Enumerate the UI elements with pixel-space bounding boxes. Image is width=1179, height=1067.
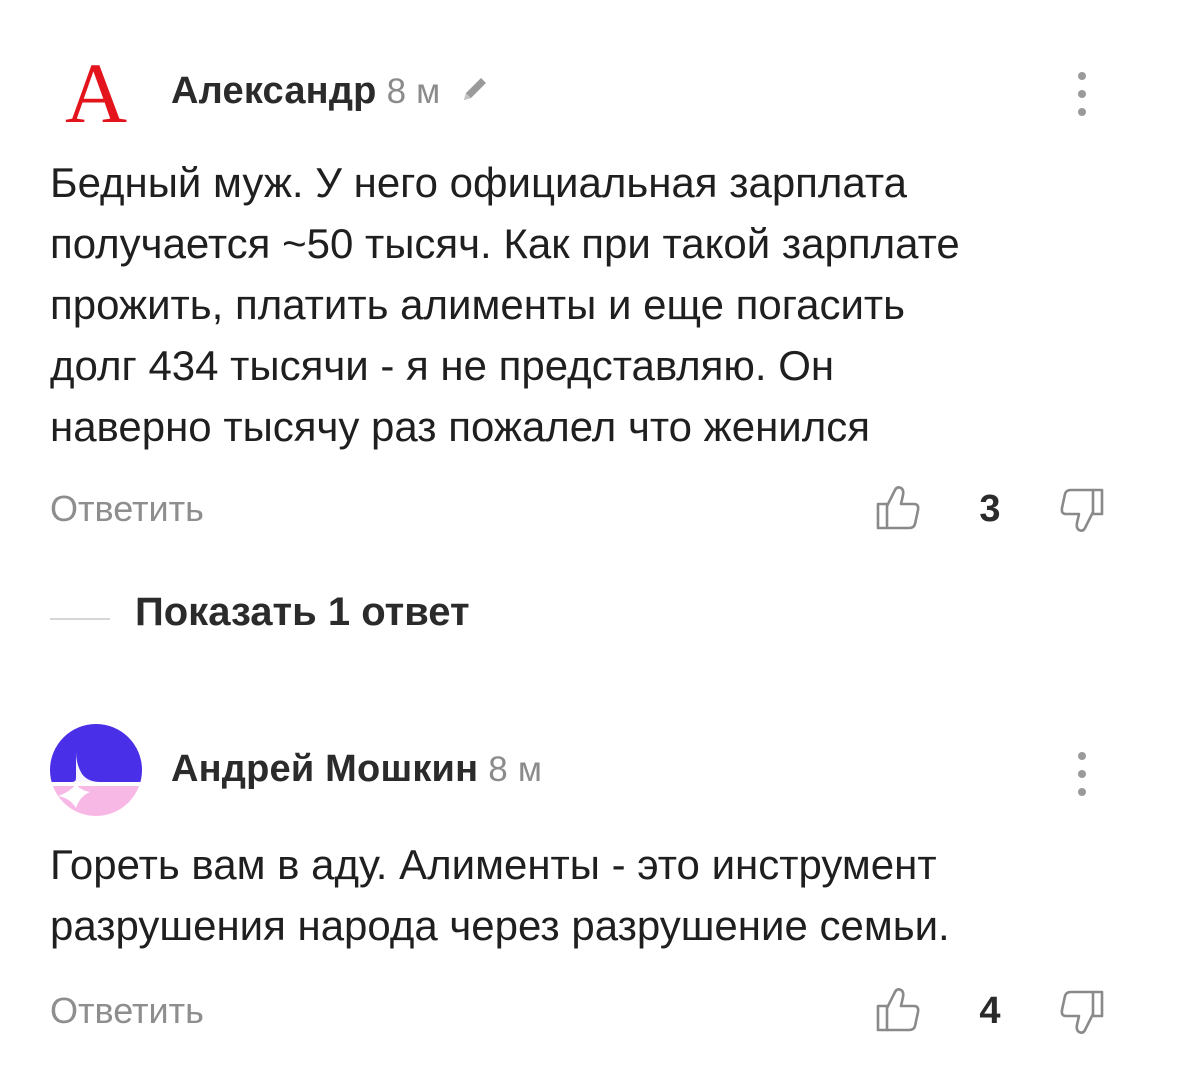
thumbs-down-icon[interactable] [1056,486,1104,534]
show-replies-label[interactable]: Показать 1 ответ [135,590,470,635]
thumbs-up-icon[interactable] [876,986,924,1034]
thumbs-up-icon[interactable] [876,484,924,532]
comment-time: 8 м [488,750,543,789]
author-name[interactable]: Александр [171,70,377,112]
more-vertical-icon[interactable] [1064,68,1100,120]
divider [50,618,110,620]
more-vertical-icon[interactable] [1064,748,1100,800]
reply-button[interactable]: Ответить [50,990,204,1032]
comment-author[interactable]: Александр 8 м [171,70,492,113]
svg-text:А: А [65,48,127,140]
brand-avatar-icon [50,724,142,816]
avatar[interactable] [50,724,142,816]
avatar-letter-icon: А [65,45,127,141]
avatar[interactable]: А [50,45,142,141]
comment-author[interactable]: Андрей Мошкин 8 м [171,748,542,791]
author-name[interactable]: Андрей Мошкин [171,748,478,790]
comment-text: Бедный муж. У него официальная зарплата … [50,159,960,450]
comment-text: Гореть вам в аду. Алименты - это инструм… [50,841,950,949]
thumbs-down-icon[interactable] [1056,988,1104,1036]
likes-count: 4 [979,990,1001,1032]
reply-button[interactable]: Ответить [50,488,204,530]
likes-count: 3 [979,488,1001,530]
comment-time: 8 м [386,72,441,111]
pencil-icon [458,72,492,106]
